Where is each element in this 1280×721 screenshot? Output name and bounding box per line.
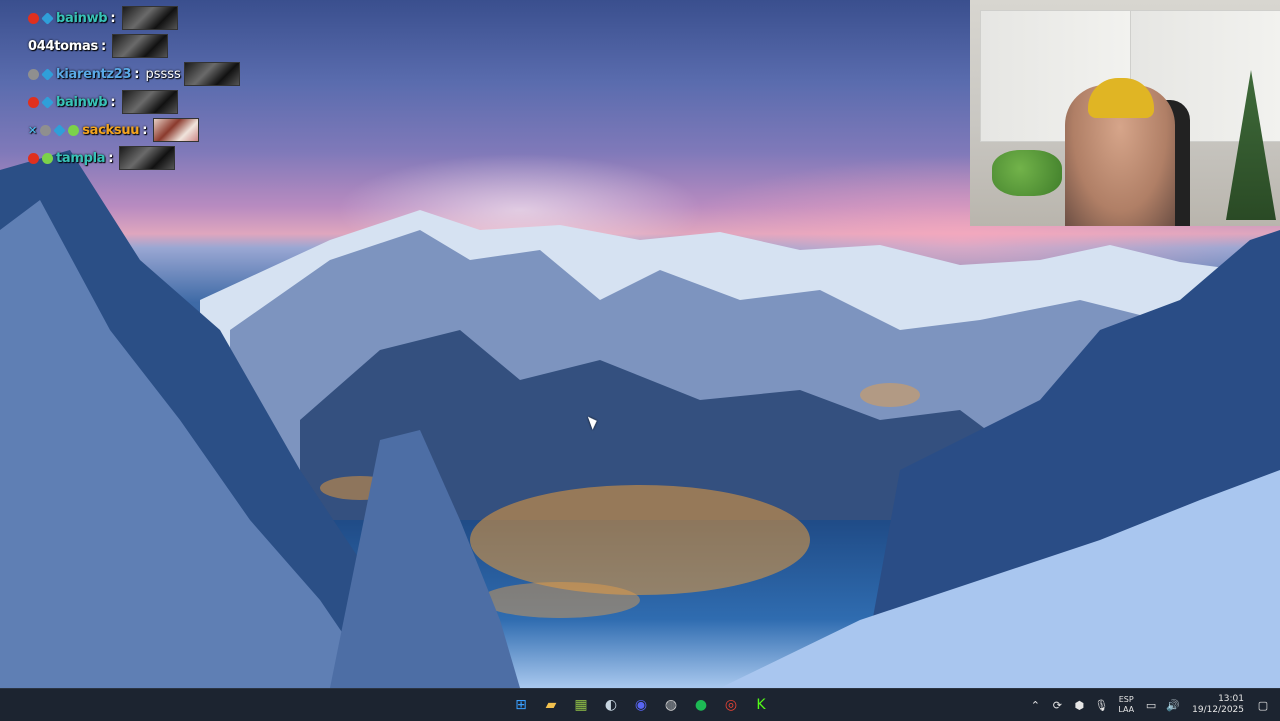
file-explorer-icon[interactable]: ▰ (540, 694, 562, 716)
chat-separator: : (110, 94, 116, 110)
game-launcher-icon[interactable]: ▦ (570, 694, 592, 716)
system-tray: ⌃ ⟳ ⬢ 🎙 ESP LAA ▭ 🔊 13:01 19/12/2025 ▢ (1026, 689, 1280, 721)
microphone-icon[interactable]: 🎙 (1092, 696, 1110, 714)
language-indicator[interactable]: ESP LAA (1118, 695, 1134, 715)
chat-emote-icon (153, 118, 200, 142)
chat-badge-icon (28, 152, 39, 164)
chat-emote-icon (121, 90, 178, 114)
discord-icon[interactable]: ◉ (630, 694, 652, 716)
chat-message: bainwb: (28, 88, 268, 116)
chat-badge-icon (28, 96, 39, 108)
keyboard-layout: LAA (1118, 705, 1135, 714)
chat-username: bainwb (56, 10, 108, 26)
chat-separator: : (110, 10, 116, 26)
chat-username: 044tomas (28, 38, 98, 54)
chat-separator: : (108, 150, 114, 166)
chat-message: bainwb: (28, 4, 268, 32)
chat-badge-icon (40, 124, 52, 136)
chat-badge-icon (28, 12, 39, 24)
chat-message: 044tomas: (28, 32, 268, 60)
chat-separator: : (134, 66, 140, 82)
chat-username: tampla (56, 150, 106, 166)
clock-time: 13:01 (1218, 694, 1244, 704)
chat-username: kiarentz23 (56, 66, 132, 82)
chat-badge-icon (41, 11, 54, 25)
obs-icon[interactable]: ◍ (660, 694, 682, 716)
windows-start-icon[interactable]: ⊞ (510, 694, 532, 716)
plush-toy (992, 150, 1062, 196)
chat-message: ✕ sacksuu: (28, 116, 268, 144)
chat-message: tampla: (28, 144, 268, 172)
chat-overlay: bainwb:044tomas: kiarentz23: pssss bainwb: ✕… (28, 4, 268, 172)
chat-emote-icon (121, 6, 178, 30)
chat-badge-icon (41, 95, 54, 109)
chrome-icon[interactable]: ◎ (720, 694, 742, 716)
chat-badge-icon: ✕ (28, 123, 38, 137)
chat-text: pssss (145, 66, 181, 82)
chat-username: bainwb (56, 94, 108, 110)
volume-icon[interactable]: 🔊 (1164, 696, 1182, 714)
chat-badge-icon (53, 123, 66, 137)
chat-badge-icon (28, 68, 39, 80)
chat-separator: : (142, 122, 148, 138)
clock-date: 19/12/2025 (1192, 705, 1244, 715)
security-icon[interactable]: ⬢ (1070, 696, 1088, 714)
language-code: ESP (1118, 695, 1134, 704)
network-icon[interactable]: ▭ (1142, 696, 1160, 714)
kick-icon[interactable]: K (750, 694, 772, 716)
chevron-up-icon[interactable]: ⌃ (1026, 696, 1044, 714)
chat-emote-icon (183, 62, 240, 86)
chat-emote-icon (112, 34, 169, 58)
chat-badge-icon (68, 124, 80, 136)
chat-message: kiarentz23: pssss (28, 60, 268, 88)
sync-icon[interactable]: ⟳ (1048, 696, 1066, 714)
chat-badge-icon (41, 67, 54, 81)
steam-icon[interactable]: ◐ (600, 694, 622, 716)
clock[interactable]: 13:01 19/12/2025 (1192, 694, 1244, 716)
chat-badge-icon (42, 152, 53, 164)
notification-icon[interactable]: ▢ (1254, 696, 1272, 714)
taskbar: ⊞ ▰ ▦ ◐ ◉ ◍ ● ◎ K ⌃ ⟳ ⬢ 🎙 ESP LAA ▭ 🔊 13:01 19/1… (0, 688, 1280, 721)
chat-separator: : (100, 38, 107, 54)
taskbar-apps: ⊞ ▰ ▦ ◐ ◉ ◍ ● ◎ K (510, 689, 772, 721)
webcam-overlay (970, 0, 1280, 226)
chat-username: sacksuu (82, 122, 140, 138)
spotify-icon[interactable]: ● (690, 694, 712, 716)
chat-emote-icon (119, 146, 176, 170)
